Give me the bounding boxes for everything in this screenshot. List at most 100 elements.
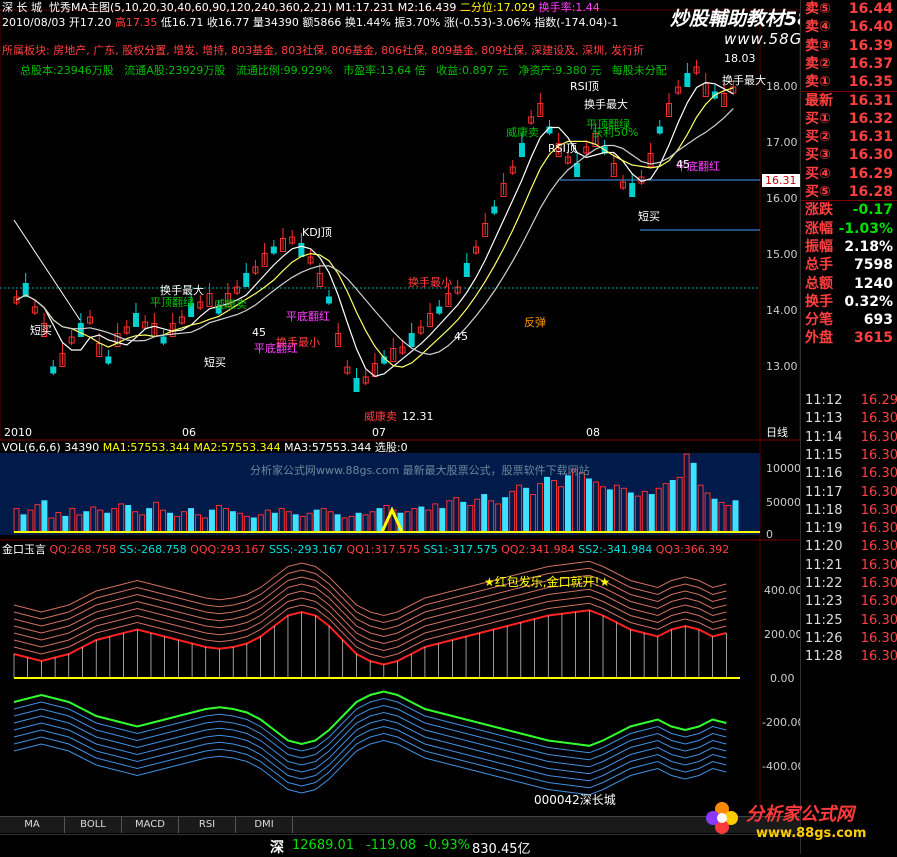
tick-time: 11:17 <box>805 484 843 500</box>
quote-label: 买① <box>805 110 831 127</box>
quote-label: 涨幅 <box>805 220 833 237</box>
volume-bar <box>585 478 592 533</box>
quote-row: 卖④ 16.40 <box>805 18 893 36</box>
volume-banner: 分析家公式网www.88gs.com 最新最大股票公式，股票软件下载网站 <box>250 464 590 477</box>
quote-row: 卖① 16.35 <box>805 73 893 91</box>
bar-change: 涨(-0.53)-3.06% <box>443 16 531 29</box>
tick-row: 11:23 16.30 <box>801 593 897 611</box>
annot-45-a: 45 <box>252 326 266 339</box>
annot-rsi-top-2: RSI顶 <box>548 142 577 155</box>
status-pct: -0.93% <box>424 838 470 853</box>
tick-price: 16.30 <box>860 557 897 573</box>
annot-45-b: 45 <box>454 330 468 343</box>
bar-amp: 振3.70% <box>394 16 441 29</box>
tick-price: 16.30 <box>860 502 897 518</box>
volume-bar <box>439 508 446 533</box>
quote-value: 16.37 <box>848 55 893 72</box>
bar-close: 收16.77 <box>206 16 250 29</box>
candle-body <box>243 273 250 287</box>
volume-bar <box>669 480 676 533</box>
quartile-value: 二分位:17.029 <box>459 1 536 14</box>
tab-rsi[interactable]: RSI <box>179 817 236 833</box>
tick-time: 11:13 <box>805 411 843 427</box>
volume-bar <box>313 509 320 533</box>
tick-row: 11:26 16.30 <box>801 630 897 648</box>
volume-bar <box>83 511 90 533</box>
status-amount: 830.45亿 <box>472 842 531 857</box>
header-line-1: 深 长 城 忧秀MA主图(5,10,20,30,40,60,90,120,240… <box>2 1 600 14</box>
ma-line-long <box>16 108 734 356</box>
candle-body <box>629 183 636 197</box>
tick-row: 11:21 16.30 <box>801 557 897 575</box>
vol-tick-0: 0 <box>766 528 773 541</box>
candle-body <box>325 296 332 304</box>
quote-row: 卖⑤ 16.44 <box>805 0 893 18</box>
annot-fantan: 反弹 <box>524 316 546 329</box>
jk-tick-n400: -400.00 <box>762 760 805 773</box>
quote-row: 总手 7598 <box>805 256 893 274</box>
chart-canvas[interactable] <box>0 0 800 854</box>
turnover-rate: 换手率:1.44 <box>538 1 600 14</box>
candle-body <box>105 356 112 364</box>
quote-label: 卖④ <box>805 19 831 36</box>
quote-row: 买④ 16.29 <box>805 165 893 183</box>
annot-top-price: 18.03 <box>724 52 756 65</box>
price-tick-15: 15.00 <box>766 248 798 261</box>
tick-price: 16.30 <box>860 411 897 427</box>
tab-ma[interactable]: MA <box>0 817 65 833</box>
annot-pingdi-2: 平底翻红 <box>254 342 298 355</box>
vol-select: 选股:0 <box>374 441 408 454</box>
tick-price: 16.30 <box>860 429 897 445</box>
volume-bar <box>732 500 739 533</box>
jinkou-qq3: QQ3:366.392 <box>655 543 730 556</box>
tick-row: 11:12 16.29 <box>801 392 897 410</box>
quote-row: 最新 16.31 <box>805 92 893 110</box>
quote-row: 涨跌 -0.17 <box>805 201 893 219</box>
m2-value: M2:16.439 <box>397 1 457 14</box>
quote-label: 换手 <box>805 293 833 310</box>
volume-header: VOL(6,6,6) 34390 MA1:57553.344 MA2:57553… <box>2 441 408 454</box>
volume-bar <box>250 517 257 533</box>
undistributed: 每股未分配 <box>611 64 667 77</box>
tick-row: 11:28 16.30 <box>801 648 897 666</box>
candle-body <box>50 366 57 374</box>
tick-row: 11:18 16.30 <box>801 502 897 520</box>
quote-row: 总额 1240 <box>805 275 893 293</box>
volume-bar <box>690 462 697 533</box>
jinkou-stockcode: 000042深长城 <box>534 793 616 807</box>
bar-high: 高17.35 <box>114 16 158 29</box>
candle-body <box>270 246 277 254</box>
candle-body <box>491 206 498 214</box>
candle-body <box>160 336 167 344</box>
volume-bar <box>481 494 488 533</box>
annot-weikang-3: 威康卖 <box>364 410 397 423</box>
quote-label: 卖⑤ <box>805 1 831 17</box>
tab-dmi[interactable]: DMI <box>236 817 293 833</box>
tab-boll[interactable]: BOLL <box>65 817 122 833</box>
tab-macd[interactable]: MACD <box>122 817 179 833</box>
volume-bar <box>606 489 613 533</box>
quote-label: 买⑤ <box>805 184 831 200</box>
quote-label: 分笔 <box>805 312 833 329</box>
tick-row: 11:16 16.30 <box>801 465 897 483</box>
quote-row: 卖③ 16.39 <box>805 37 893 55</box>
status-index: 12689.01 <box>292 838 355 853</box>
jinkou-qq: QQ:268.758 <box>49 543 117 556</box>
candle-body <box>132 313 139 327</box>
quote-row: 买① 16.32 <box>805 110 893 128</box>
period-label[interactable]: 日线 <box>766 426 788 439</box>
quote-row: 振幅 2.18% <box>805 238 893 256</box>
tick-time: 11:28 <box>805 649 843 665</box>
volume-bar <box>41 500 48 533</box>
quote-value: 0.32% <box>844 293 893 310</box>
tick-time: 11:21 <box>805 557 843 573</box>
quote-value: 1240 <box>854 275 893 292</box>
volume-bar <box>376 508 383 533</box>
volume-bar <box>271 512 278 533</box>
jinkou-qq1: QQ1:317.575 <box>346 543 420 556</box>
candle-body <box>574 163 581 177</box>
eps: 收益:0.897 元 <box>436 64 508 77</box>
indicator-name: 忧秀MA主图(5,10,20,30,40,60,90,120,240,360,2… <box>49 1 333 14</box>
volume-bar <box>62 515 69 533</box>
quote-label: 卖③ <box>805 37 831 54</box>
